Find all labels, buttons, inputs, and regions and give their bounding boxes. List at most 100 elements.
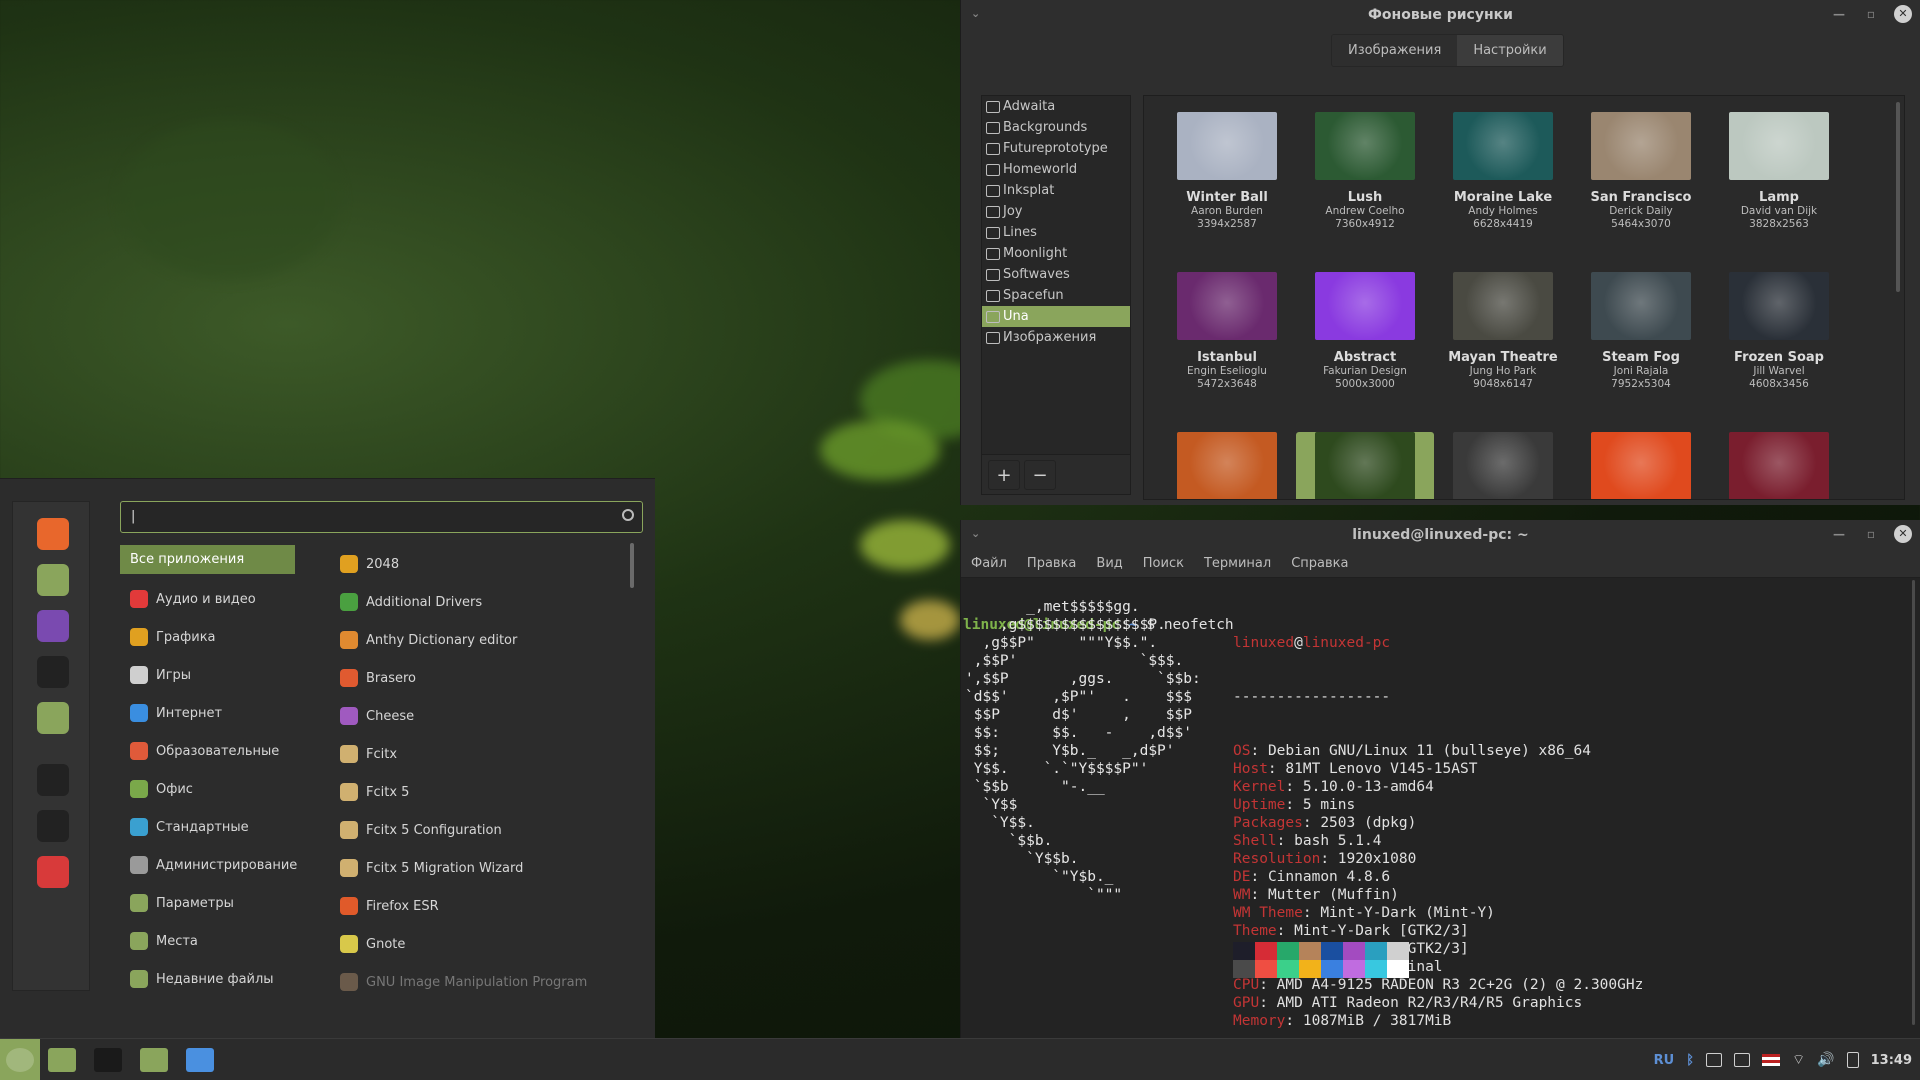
category-item[interactable]: Spacefun [982,285,1130,306]
wallpaper-item[interactable]: Mayan Theatre Jung Ho Park 9048x6147 [1434,272,1572,424]
app-item[interactable]: Fcitx [340,735,640,773]
app-item[interactable]: Gnote [340,925,640,963]
maximize-button[interactable]: ▫ [1862,525,1880,543]
menu-category[interactable]: Офис [120,770,295,808]
terminal-scrollbar[interactable] [1912,580,1915,1025]
category-item[interactable]: Una [982,306,1130,327]
app-item[interactable]: Fcitx 5 Configuration [340,811,640,849]
terminal-menu-item[interactable]: Правка [1027,556,1076,571]
wallpaper-item[interactable]: San Francisco Derick Daily 5464x3070 [1572,112,1710,264]
keyboard-layout[interactable]: RU [1654,1053,1675,1068]
wallpaper-item[interactable] [1572,432,1710,499]
folder-icon[interactable] [136,1043,172,1077]
files-icon[interactable] [44,1043,80,1077]
app-item[interactable]: Brasero [340,659,640,697]
clock[interactable]: 13:49 [1871,1053,1912,1068]
terminal-icon[interactable] [37,656,69,688]
clipboard-icon[interactable] [1734,1053,1750,1067]
pidgin-icon[interactable] [37,610,69,642]
wallpaper-item[interactable] [1296,432,1434,499]
maximize-button[interactable]: ▫ [1862,5,1880,23]
category-item[interactable]: Lines [982,222,1130,243]
category-item[interactable]: Adwaita [982,96,1130,117]
app-item[interactable]: Cheese [340,697,640,735]
info-separator: ------------------ [1233,689,1391,705]
terminal-output[interactable]: linuxed@linuxed-pc:~ $ neofetch _,met$$$… [961,578,1920,1080]
category-item[interactable]: Moonlight [982,243,1130,264]
close-button[interactable]: ✕ [1894,525,1912,543]
terminal-icon[interactable] [90,1043,126,1077]
terminal-menu-item[interactable]: Справка [1291,556,1348,571]
grid-scrollbar[interactable] [1896,102,1900,292]
menu-category[interactable]: Игры [120,656,295,694]
wallpaper-item[interactable]: Steam Fog Joni Rajala 7952x5304 [1572,272,1710,424]
wallpaper-item[interactable]: Istanbul Engin Eselioglu 5472x3648 [1158,272,1296,424]
settings-toggle-icon[interactable] [37,564,69,596]
lock-icon[interactable] [37,764,69,796]
logout-icon[interactable] [37,810,69,842]
window-menu-icon[interactable]: ⌄ [971,527,980,540]
app-item[interactable]: Anthy Dictionary editor [340,621,640,659]
tab-settings[interactable]: Настройки [1457,35,1563,66]
wifi-icon[interactable]: ⌔ [1792,1051,1805,1069]
wallpaper-item[interactable]: Abstract Fakurian Design 5000x3000 [1296,272,1434,424]
add-folder-button[interactable]: + [988,459,1020,490]
window-menu-icon[interactable]: ⌄ [971,7,980,20]
remove-folder-button[interactable]: − [1024,459,1056,490]
app-item[interactable]: Fcitx 5 [340,773,640,811]
battery-icon[interactable] [1846,1052,1859,1068]
category-item[interactable]: Изображения [982,327,1130,348]
app-item[interactable]: 2048 [340,545,640,583]
app-item[interactable]: Additional Drivers [340,583,640,621]
volume-icon[interactable]: 🔊 [1817,1052,1834,1068]
category-item[interactable]: Joy [982,201,1130,222]
wallpaper-settings-icon[interactable] [182,1043,218,1077]
search-input[interactable]: | [120,501,643,533]
printer-icon[interactable] [1706,1053,1722,1067]
wallpaper-item[interactable] [1158,432,1296,499]
category-item[interactable]: Futureprototype [982,138,1130,159]
window-titlebar[interactable]: ⌄ Фоновые рисунки — ▫ ✕ [961,0,1920,30]
category-item[interactable]: Inksplat [982,180,1130,201]
flag-us-icon[interactable] [1762,1054,1780,1066]
menu-category[interactable]: Интернет [120,694,295,732]
wallpaper-item[interactable] [1434,432,1572,499]
wallpaper-item[interactable]: Lush Andrew Coelho 7360x4912 [1296,112,1434,264]
menu-category[interactable]: Графика [120,618,295,656]
wallpaper-item[interactable]: Winter Ball Aaron Burden 3394x2587 [1158,112,1296,264]
category-item[interactable]: Backgrounds [982,117,1130,138]
terminal-menu-item[interactable]: Поиск [1143,556,1184,571]
mint-menu-icon[interactable] [0,1039,40,1080]
menu-category[interactable]: Недавние файлы [120,960,295,998]
app-item[interactable]: Firefox ESR [340,887,640,925]
app-item[interactable]: GNU Image Manipulation Program [340,963,640,1001]
category-item[interactable]: Softwaves [982,264,1130,285]
menu-category[interactable]: Места [120,922,295,960]
wallpaper-item[interactable]: Moraine Lake Andy Holmes 6628x4419 [1434,112,1572,264]
terminal-menu-item[interactable]: Терминал [1204,556,1271,571]
menu-category[interactable]: Параметры [120,884,295,922]
category-icon [130,742,148,760]
category-item[interactable]: Homeworld [982,159,1130,180]
terminal-menu-item[interactable]: Файл [971,556,1007,571]
menu-category[interactable]: Стандартные [120,808,295,846]
wallpaper-item[interactable]: Frozen Soap Jill Warvel 4608x3456 [1710,272,1848,424]
menu-category[interactable]: Образовательные [120,732,295,770]
minimize-button[interactable]: — [1830,5,1848,23]
folder-icon[interactable] [37,702,69,734]
menu-category[interactable]: Все приложения [120,545,295,574]
minimize-button[interactable]: — [1830,525,1848,543]
firefox-icon[interactable] [37,518,69,550]
wallpaper-item[interactable]: Lamp David van Dijk 3828x2563 [1710,112,1848,264]
tab-images[interactable]: Изображения [1332,35,1458,66]
close-button[interactable]: ✕ [1894,5,1912,23]
menu-category[interactable]: Аудио и видео [120,580,295,618]
terminal-titlebar[interactable]: ⌄ linuxed@linuxed-pc: ~ — ▫ ✕ [961,520,1920,550]
app-list-scrollbar[interactable] [630,543,634,588]
wallpaper-item[interactable] [1710,432,1848,499]
power-icon[interactable] [37,856,69,888]
menu-category[interactable]: Администрирование [120,846,297,884]
app-item[interactable]: Fcitx 5 Migration Wizard [340,849,640,887]
terminal-menu-item[interactable]: Вид [1096,556,1122,571]
bluetooth-icon[interactable]: ᛒ [1686,1053,1694,1068]
